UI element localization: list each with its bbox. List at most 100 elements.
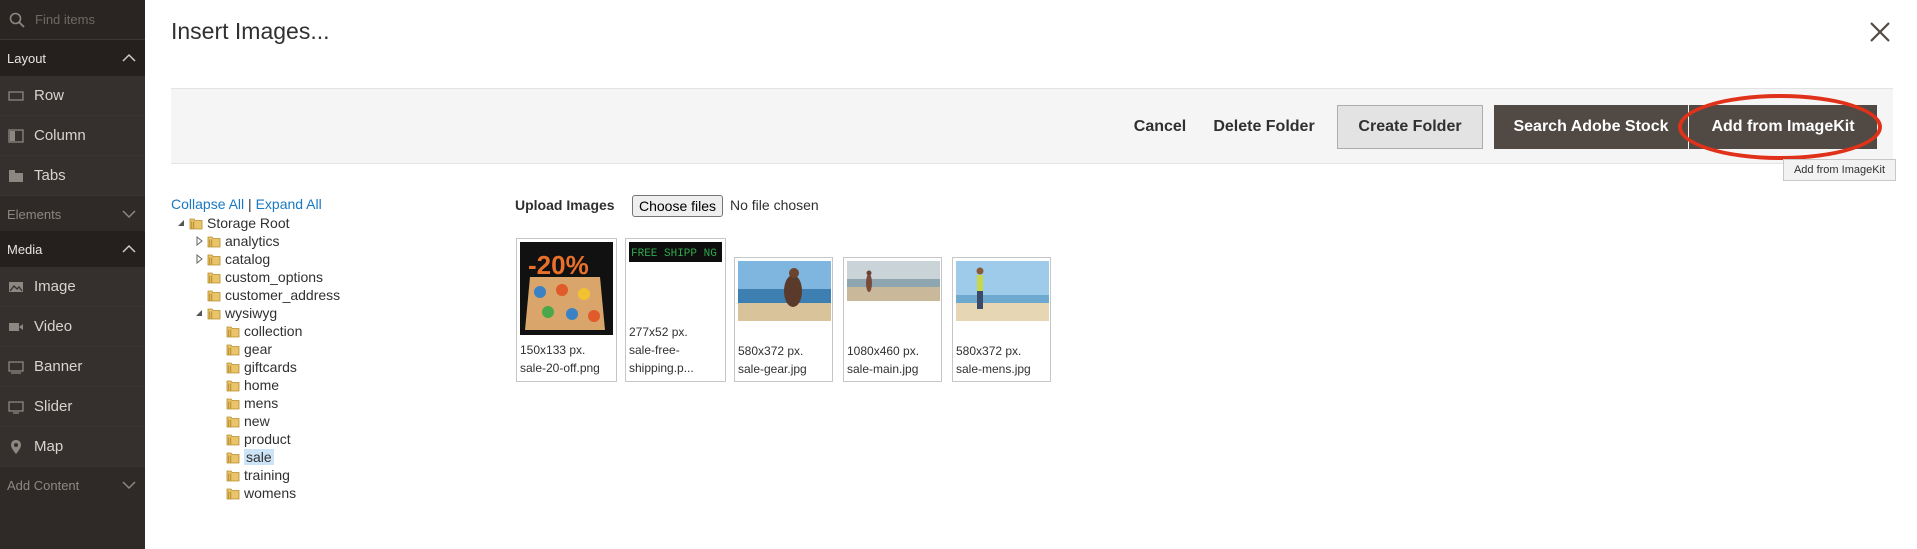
expanded-arrow-icon[interactable] — [193, 308, 207, 318]
folder-icon — [226, 398, 240, 409]
tree-node-training[interactable]: training — [226, 466, 290, 484]
section-elements[interactable]: Elements — [0, 196, 145, 232]
tree-node-womens[interactable]: womens — [226, 484, 296, 502]
sidebar-item-map[interactable]: Map — [0, 427, 145, 467]
image-thumbnail[interactable]: 580x372 px. sale-gear.jpg — [734, 257, 833, 382]
folder-icon — [207, 236, 221, 247]
file-status: No file chosen — [730, 197, 819, 213]
upload-images-label: Upload Images — [515, 197, 615, 213]
sidebar-item-video[interactable]: Video — [0, 307, 145, 347]
tree-node-label: customer_address — [225, 287, 341, 303]
sidebar-item-banner[interactable]: Banner — [0, 347, 145, 387]
close-icon[interactable] — [1866, 18, 1894, 46]
tree-node-label: Storage Root — [207, 215, 290, 231]
choose-files-button[interactable]: Choose files — [632, 195, 724, 217]
tree-node-customer-address[interactable]: customer_address — [207, 286, 340, 304]
sidebar-item-slider[interactable]: Slider — [0, 387, 145, 427]
sidebar-item-label: Image — [34, 278, 76, 295]
column-icon — [8, 128, 24, 143]
image-filename: sale-20-off.png — [520, 361, 600, 375]
tree-node-label: new — [244, 413, 270, 429]
tree-node-analytics[interactable]: analytics — [193, 232, 279, 250]
delete-folder-button[interactable]: Delete Folder — [1191, 105, 1337, 149]
collapsed-arrow-icon[interactable] — [193, 254, 207, 264]
thumbnail-image: -20% — [520, 242, 613, 335]
tree-node-label: mens — [244, 395, 279, 411]
collapsed-arrow-icon[interactable] — [193, 236, 207, 246]
tree-node-product[interactable]: product — [226, 430, 291, 448]
tabs-icon — [9, 169, 23, 182]
tooltip: Add from ImageKit — [1783, 159, 1896, 181]
image-dimensions: 150x133 px. — [520, 343, 586, 357]
sidebar-item-label: Column — [34, 127, 86, 144]
sidebar-item-column[interactable]: Column — [0, 116, 145, 156]
tree-node-wysiwyg[interactable]: wysiwyg — [193, 304, 277, 322]
thumbnail-image — [956, 261, 1049, 321]
image-dimensions: 580x372 px. — [956, 344, 1022, 358]
tree-node-mens[interactable]: mens — [226, 394, 278, 412]
tree-node-custom-options[interactable]: custom_options — [207, 268, 323, 286]
add-from-imagekit-button[interactable]: Add from ImageKit — [1689, 105, 1877, 149]
sidebar-item-label: Banner — [34, 358, 83, 375]
collapse-all-link[interactable]: Collapse All — [171, 196, 244, 212]
image-filename: sale-mens.jpg — [956, 362, 1031, 376]
sidebar-search[interactable]: Find items — [0, 0, 145, 40]
sidebar-item-label: Row — [34, 87, 65, 104]
tree-node-root[interactable]: Storage Root — [175, 214, 290, 232]
row-icon — [8, 90, 24, 101]
image-thumbnail[interactable]: 580x372 px. sale-mens.jpg — [952, 257, 1051, 382]
folder-icon — [207, 272, 221, 283]
folder-icon — [226, 416, 240, 427]
tree-node-label: training — [244, 467, 290, 483]
expanded-arrow-icon[interactable] — [175, 218, 189, 228]
map-pin-icon — [11, 439, 21, 454]
tree-node-sale[interactable]: sale — [226, 448, 274, 466]
image-thumbnail[interactable]: 1080x460 px. sale-main.jpg — [843, 257, 942, 382]
section-media[interactable]: Media — [0, 231, 145, 267]
tree-controls-separator: | — [248, 196, 252, 212]
create-folder-button[interactable]: Create Folder — [1337, 105, 1483, 149]
tree-node-label: analytics — [225, 233, 280, 249]
tree-node-gear[interactable]: gear — [226, 340, 272, 358]
folder-icon — [226, 434, 240, 445]
sidebar-item-row[interactable]: Row — [0, 76, 145, 116]
tree-node-label: catalog — [225, 251, 271, 267]
folder-icon — [226, 326, 240, 337]
folder-icon — [226, 362, 240, 373]
thumbnail-preview-text: -20% — [528, 250, 589, 280]
tree-node-label: collection — [244, 323, 303, 339]
sidebar-search-input[interactable]: Find items — [35, 12, 95, 27]
search-adobe-stock-button[interactable]: Search Adobe Stock — [1494, 105, 1688, 149]
section-elements-label: Elements — [7, 206, 62, 222]
tree-node-catalog[interactable]: catalog — [193, 250, 270, 268]
tree-node-new[interactable]: new — [226, 412, 270, 430]
tree-node-home[interactable]: home — [226, 376, 279, 394]
slider-icon — [8, 400, 24, 414]
section-layout[interactable]: Layout — [0, 40, 145, 76]
image-thumbnail[interactable]: FREE SHIPP NG 277x52 px. sale-free- ship… — [625, 238, 726, 382]
section-add-content[interactable]: Add Content — [0, 467, 145, 503]
modal-toolbar: Cancel Delete Folder Create Folder Searc… — [171, 88, 1893, 164]
expand-all-link[interactable]: Expand All — [256, 196, 322, 212]
image-filename: sale-free- — [629, 343, 680, 357]
sidebar-item-tabs[interactable]: Tabs — [0, 156, 145, 196]
tree-node-label: home — [244, 377, 280, 393]
folder-icon — [207, 254, 221, 265]
sidebar-item-image[interactable]: Image — [0, 267, 145, 307]
image-thumbnail[interactable]: -20% 150x133 px. sale-20-off.png — [516, 238, 617, 382]
tree-controls: Collapse All | Expand All — [171, 196, 322, 212]
tree-node-giftcards[interactable]: giftcards — [226, 358, 297, 376]
tree-node-collection[interactable]: collection — [226, 322, 302, 340]
folder-icon — [226, 488, 240, 499]
image-dimensions: 580x372 px. — [738, 344, 804, 358]
thumbnail-preview-text: FREE SHIPP NG — [631, 248, 717, 260]
section-media-label: Media — [7, 241, 43, 257]
folder-icon — [226, 380, 240, 391]
thumbnail-image — [847, 261, 940, 301]
tree-node-label: custom_options — [225, 269, 324, 285]
search-icon — [9, 12, 25, 28]
tree-node-label: womens — [244, 485, 297, 501]
tree-node-label: gear — [244, 341, 273, 357]
sidebar-item-label: Slider — [34, 398, 73, 415]
tree-node-label: sale — [244, 449, 274, 465]
